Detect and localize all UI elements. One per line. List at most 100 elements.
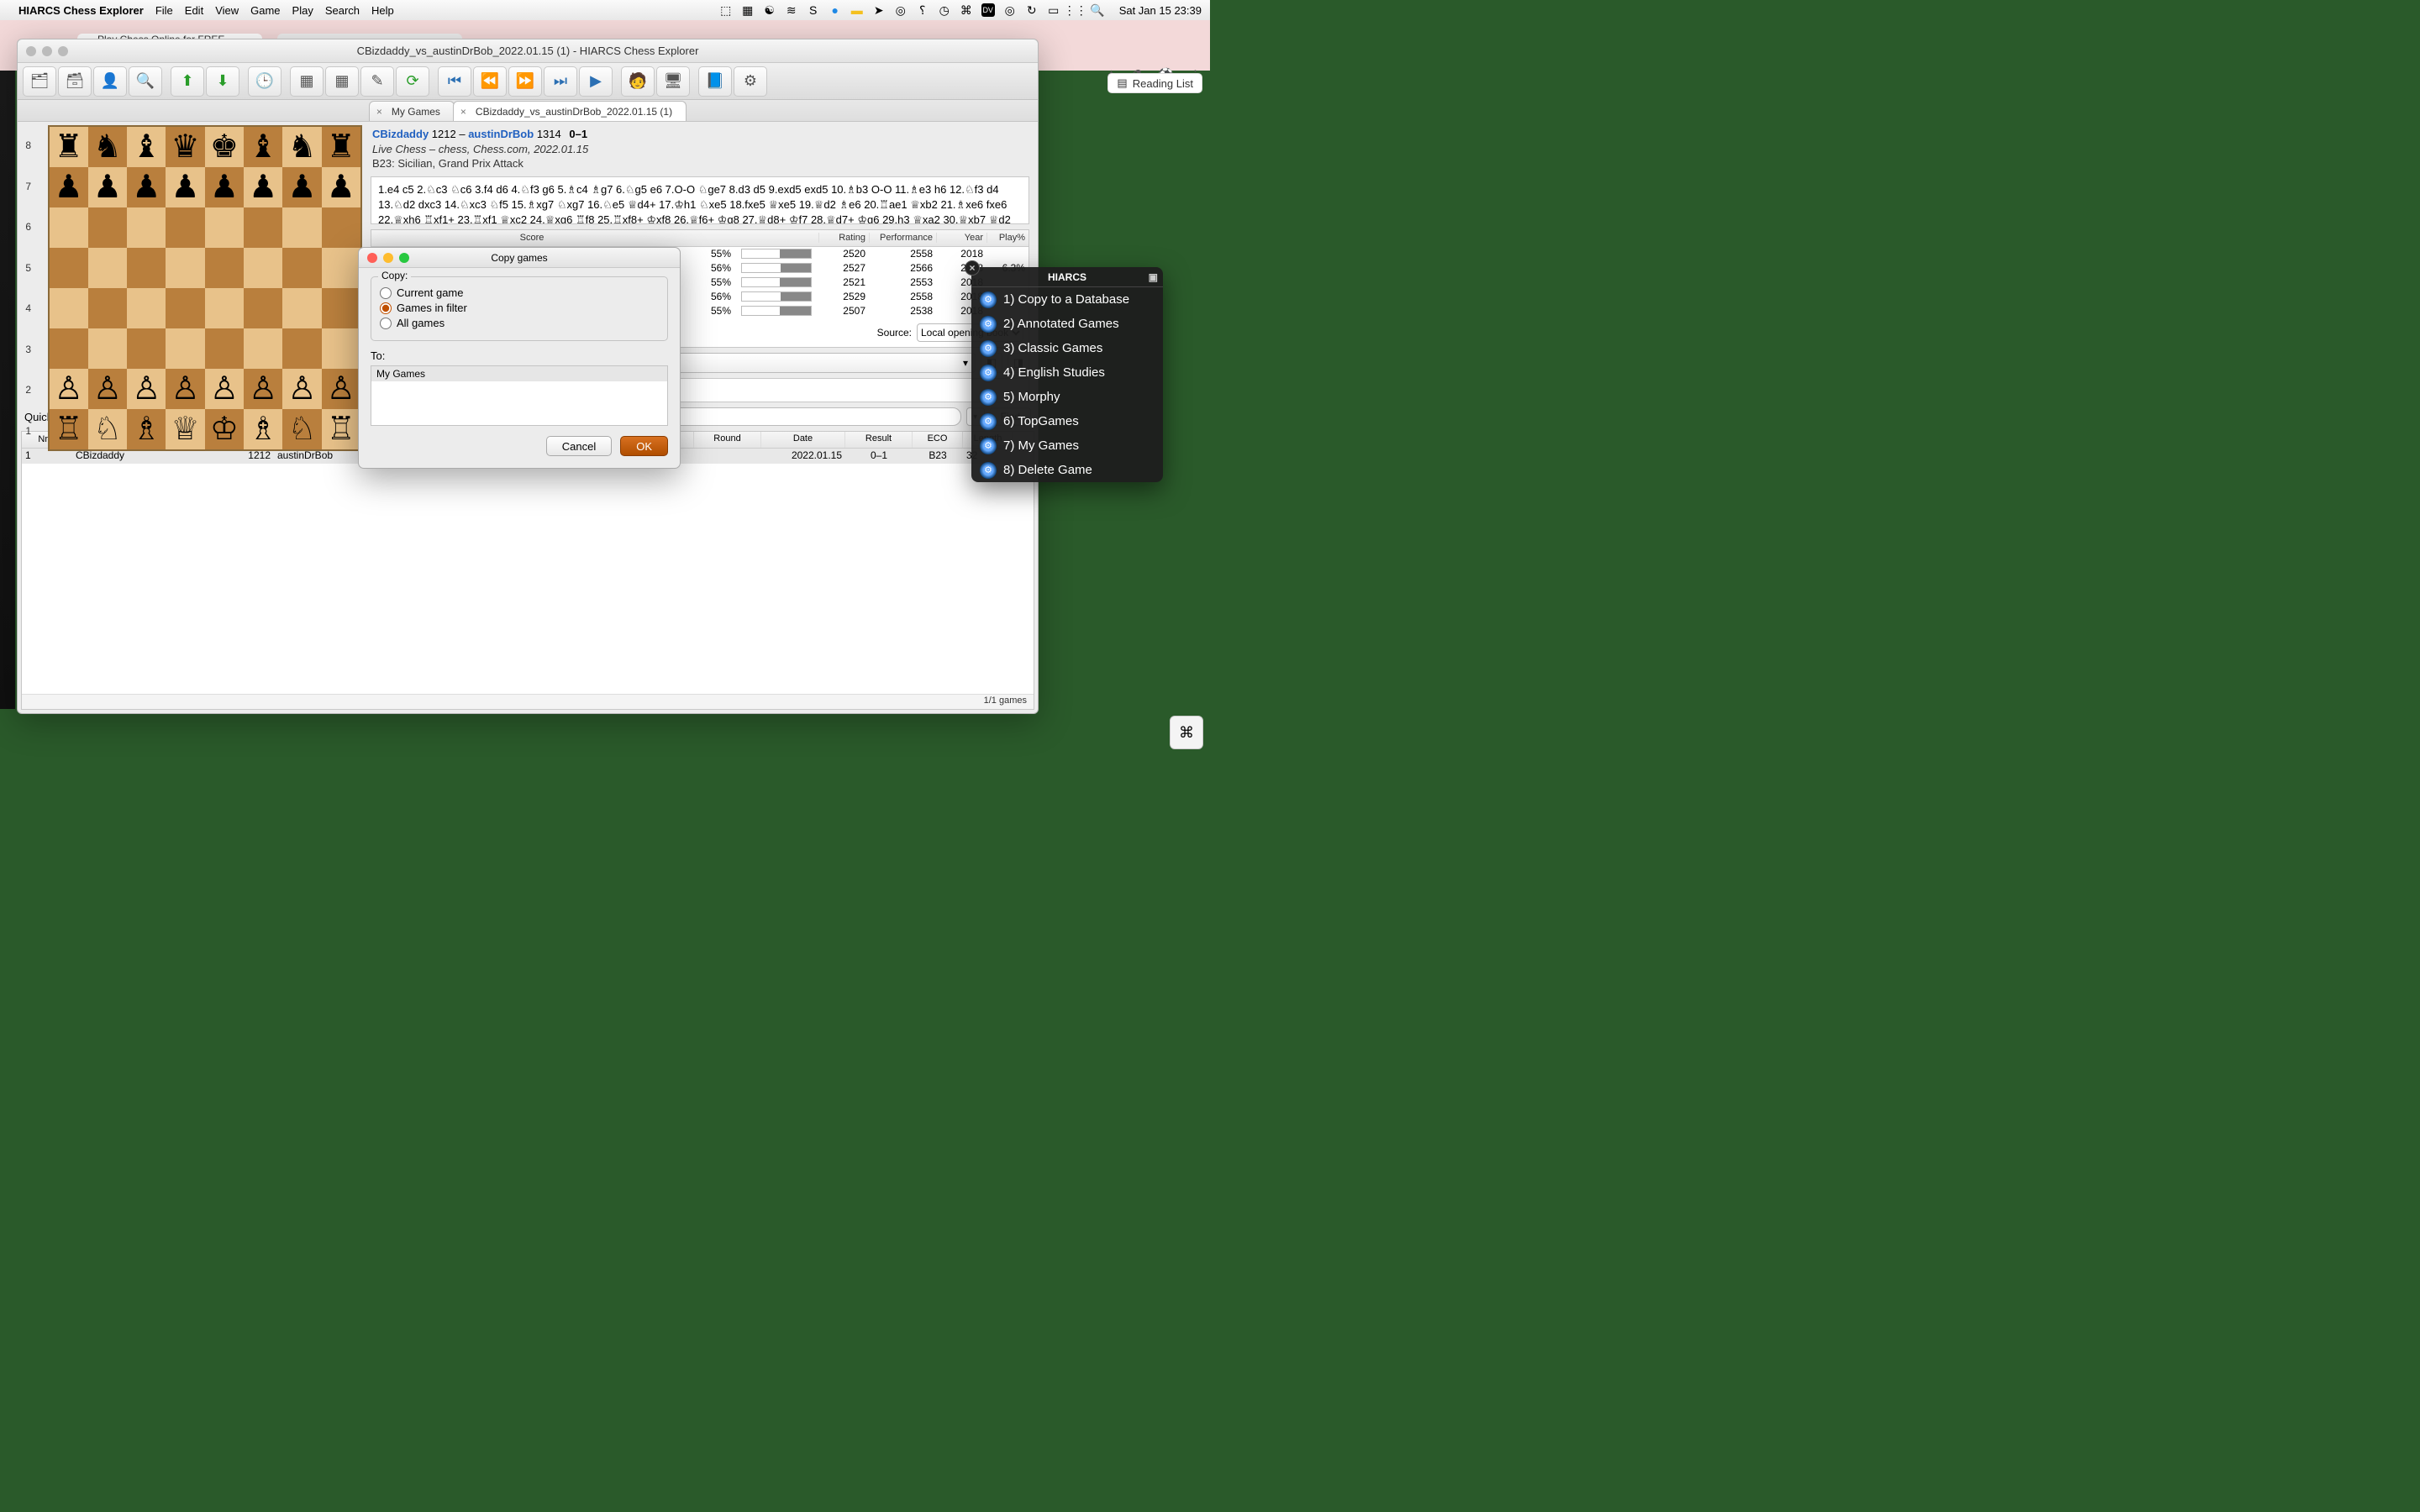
hiarcs-script-item[interactable]: ⚙6) TopGames [971,409,1163,433]
radio-games-in-filter[interactable]: Games in filter [380,302,659,314]
board-square[interactable]: ♟ [205,167,244,207]
status-icon[interactable]: ▦ [741,3,755,17]
board-square[interactable]: ♙ [282,369,321,409]
col-score[interactable]: Score [371,233,692,243]
board-square[interactable]: ♗ [127,409,166,449]
destination-item[interactable]: My Games [371,366,667,381]
radio-all-games[interactable]: All games [380,317,659,329]
menubar-clock[interactable]: Sat Jan 15 23:39 [1119,4,1202,17]
col-eco[interactable]: ECO [913,432,963,448]
col-result[interactable]: Result [845,432,913,448]
toolbar-first-icon[interactable]: ⏮ [438,66,471,97]
board-square[interactable] [282,328,321,369]
col-play[interactable]: Play% [986,233,1028,243]
hiarcs-script-item[interactable]: ⚙1) Copy to a Database [971,287,1163,312]
board-square[interactable] [205,248,244,288]
board-square[interactable]: ♟ [244,167,282,207]
board-square[interactable]: ♚ [205,127,244,167]
board-square[interactable] [282,288,321,328]
white-player[interactable]: CBizdaddy [372,128,429,140]
board-square[interactable] [50,328,88,369]
board-square[interactable]: ♟ [282,167,321,207]
ok-button[interactable]: OK [620,436,668,456]
doc-tab-game[interactable]: × CBizdaddy_vs_austinDrBob_2022.01.15 (1… [453,101,687,121]
black-player[interactable]: austinDrBob [468,128,534,140]
status-icon[interactable]: ▬ [850,3,864,17]
board-square[interactable] [88,328,127,369]
board-square[interactable] [50,207,88,248]
hiarcs-script-item[interactable]: ⚙5) Morphy [971,385,1163,409]
col-rating[interactable]: Rating [818,233,869,243]
col-year[interactable]: Year [936,233,986,243]
board-square[interactable] [50,288,88,328]
battery-icon[interactable]: ▭ [1047,3,1060,17]
cancel-button[interactable]: Cancel [546,436,612,456]
board-square[interactable] [166,288,204,328]
board-square[interactable] [244,207,282,248]
doc-tab-mygames[interactable]: × My Games [369,101,455,121]
status-icon[interactable]: DV [981,3,995,17]
board-square[interactable]: ♖ [50,409,88,449]
board-square[interactable] [88,207,127,248]
board-square[interactable]: ♜ [50,127,88,167]
board-square[interactable]: ♟ [127,167,166,207]
toolbar-refresh-icon[interactable]: ⟳ [396,66,429,97]
hiarcs-script-item[interactable]: ⚙3) Classic Games [971,336,1163,360]
board-square[interactable] [166,207,204,248]
menu-file[interactable]: File [155,4,173,17]
col-round[interactable]: Round [694,432,761,448]
toolbar-down-icon[interactable]: ⬇ [206,66,239,97]
close-panel-icon[interactable]: × [965,260,980,276]
destination-list[interactable]: My Games [371,365,668,426]
board-square[interactable] [166,328,204,369]
board-square[interactable] [322,288,360,328]
toolbar-up-icon[interactable]: ⬆ [171,66,204,97]
menu-game[interactable]: Game [250,4,280,17]
reading-list-button[interactable]: ▤ Reading List [1108,74,1202,92]
board-square[interactable] [127,288,166,328]
toolbar-last-icon[interactable]: ⏭ [544,66,577,97]
board-square[interactable]: ♔ [205,409,244,449]
board-square[interactable]: ♝ [127,127,166,167]
board-square[interactable]: ♘ [282,409,321,449]
board-square[interactable]: ♝ [244,127,282,167]
hiarcs-script-item[interactable]: ⚙2) Annotated Games [971,312,1163,336]
toolbar-database-open-icon[interactable]: 🗃 [58,66,92,97]
status-icon[interactable]: ⌘ [960,3,973,17]
toolbar-play-icon[interactable]: ▶ [579,66,613,97]
radio-current-game[interactable]: Current game [380,286,659,299]
board-square[interactable] [205,288,244,328]
board-square[interactable]: ♜ [322,127,360,167]
time-machine-icon[interactable]: ↻ [1025,3,1039,17]
menu-view[interactable]: View [215,4,239,17]
radio-input[interactable] [380,302,392,314]
board-square[interactable]: ♞ [88,127,127,167]
chessboard[interactable]: ♜♞♝♛♚♝♞♜♟♟♟♟♟♟♟♟♙♙♙♙♙♙♙♙♖♘♗♕♔♗♘♖ [48,125,363,451]
clock-icon[interactable]: ◷ [938,3,951,17]
board-square[interactable] [244,248,282,288]
board-square[interactable] [282,207,321,248]
menu-play[interactable]: Play [292,4,313,17]
hiarcs-script-item[interactable]: ⚙4) English Studies [971,360,1163,385]
status-icon[interactable]: ☯ [763,3,776,17]
board-square[interactable] [127,328,166,369]
board-square[interactable] [244,288,282,328]
board-square[interactable] [166,248,204,288]
menu-help[interactable]: Help [371,4,394,17]
toolbar-user-icon[interactable]: 👤 [93,66,127,97]
status-icon[interactable]: ⸮ [916,3,929,17]
col-date[interactable]: Date [761,432,845,448]
board-square[interactable] [205,207,244,248]
toolbar-board-icon[interactable]: ▦ [290,66,324,97]
airdrop-icon[interactable]: ◎ [1003,3,1017,17]
board-square[interactable] [50,248,88,288]
radio-input[interactable] [380,318,392,329]
app-name[interactable]: HIARCS Chess Explorer [18,4,144,17]
board-square[interactable] [282,248,321,288]
window-titlebar[interactable]: CBizdaddy_vs_austinDrBob_2022.01.15 (1) … [18,39,1038,63]
board-square[interactable]: ♟ [50,167,88,207]
move-notation[interactable]: 1.e4 c5 2.♘c3 ♘c6 3.f4 d6 4.♘f3 g6 5.♗c4… [371,176,1029,224]
board-square[interactable]: ♙ [50,369,88,409]
board-square[interactable] [88,248,127,288]
status-icon[interactable]: ➤ [872,3,886,17]
